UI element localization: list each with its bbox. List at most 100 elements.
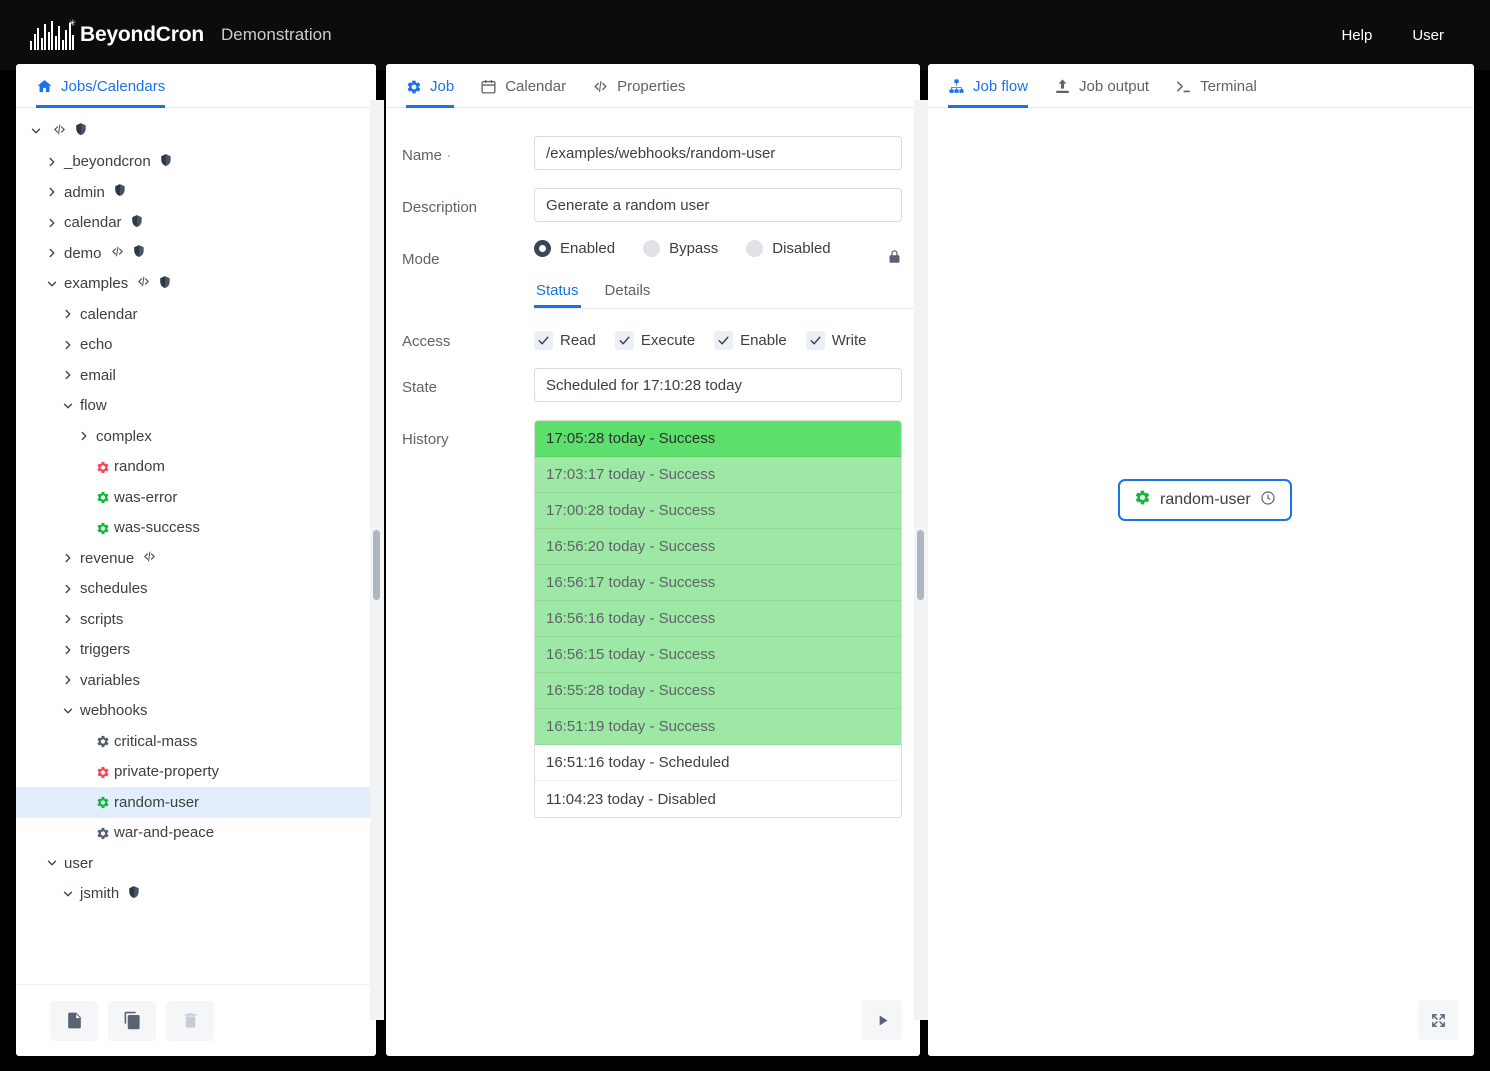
chevron-down-icon[interactable] <box>60 886 76 902</box>
history-row[interactable]: 17:05:28 today - Success <box>535 421 901 457</box>
description-input[interactable] <box>534 188 902 222</box>
tree-item-scripts[interactable]: scripts <box>16 604 376 635</box>
tab-job-flow[interactable]: Job flow <box>948 64 1029 108</box>
chevron-right-icon[interactable] <box>44 215 60 231</box>
chevron-right-icon[interactable] <box>44 184 60 200</box>
tree-item-triggers[interactable]: triggers <box>16 635 376 666</box>
tree-item-schedules[interactable]: schedules <box>16 574 376 605</box>
tree-item-demo[interactable]: demo <box>16 238 376 269</box>
tree-item-calendar[interactable]: calendar <box>16 208 376 239</box>
subtab-details[interactable]: Details <box>603 276 653 308</box>
chevron-down-icon[interactable] <box>60 703 76 719</box>
center-panel-scrollbar[interactable] <box>914 100 928 1020</box>
tree-item-flow[interactable]: flow <box>16 391 376 422</box>
chevron-right-icon[interactable] <box>60 337 76 353</box>
gear-icon <box>96 490 110 504</box>
tab-calendar[interactable]: Calendar <box>480 64 566 108</box>
name-input[interactable] <box>534 136 902 170</box>
flow-node-random-user[interactable]: random-user <box>1118 479 1292 521</box>
access-checkbox-read[interactable]: Read <box>534 331 596 350</box>
tree-item-was-error[interactable]: was-error <box>16 482 376 513</box>
chevron-right-icon[interactable] <box>60 611 76 627</box>
tree-item-complex[interactable]: complex <box>16 421 376 452</box>
chevron-down-icon[interactable] <box>44 276 60 292</box>
chevron-right-icon[interactable] <box>60 550 76 566</box>
tab-job-output[interactable]: Job output <box>1054 64 1149 108</box>
chevron-down-icon[interactable] <box>28 123 44 139</box>
chevron-right-icon[interactable] <box>60 367 76 383</box>
tree-item-examples[interactable]: examples <box>16 269 376 300</box>
tree-item-war-and-peace[interactable]: war-and-peace <box>16 818 376 849</box>
copy-button[interactable] <box>108 1000 156 1041</box>
tree-item-label: _beyondcron <box>64 153 151 171</box>
history-row[interactable]: 16:56:17 today - Success <box>535 565 901 601</box>
history-row[interactable]: 16:56:16 today - Success <box>535 601 901 637</box>
tree-item-email[interactable]: email <box>16 360 376 391</box>
mode-radio-disabled[interactable]: Disabled <box>746 240 831 257</box>
tree-item-random-user[interactable]: random-user <box>16 787 376 818</box>
tree-item-jsmith[interactable]: jsmith <box>16 879 376 910</box>
tab-terminal[interactable]: Terminal <box>1175 64 1257 108</box>
history-row[interactable]: 17:00:28 today - Success <box>535 493 901 529</box>
tree-item-revenue[interactable]: revenue <box>16 543 376 574</box>
mode-radio-enabled[interactable]: Enabled <box>534 240 615 257</box>
tree-item-label: user <box>64 854 94 872</box>
tab-properties[interactable]: Properties <box>592 64 685 108</box>
history-row[interactable]: 17:03:17 today - Success <box>535 457 901 493</box>
history-row[interactable]: 16:51:19 today - Success <box>535 709 901 745</box>
chevron-right-icon[interactable] <box>60 306 76 322</box>
flow-canvas[interactable]: random-user <box>928 108 1474 1056</box>
expand-fullscreen-button[interactable] <box>1418 1000 1458 1040</box>
tree-item-calendar[interactable]: calendar <box>16 299 376 330</box>
mode-radio-bypass[interactable]: Bypass <box>643 240 718 257</box>
terminal-icon <box>1175 78 1192 95</box>
tree-item-admin[interactable]: admin <box>16 177 376 208</box>
new-file-button[interactable] <box>50 1000 98 1041</box>
run-job-button[interactable] <box>862 1000 902 1040</box>
checkbox-label: Enable <box>740 332 787 349</box>
chevron-right-icon[interactable] <box>44 154 60 170</box>
chevron-right-icon[interactable] <box>60 672 76 688</box>
access-checkbox-write[interactable]: Write <box>805 331 867 350</box>
tree-item-private-property[interactable]: private-property <box>16 757 376 788</box>
tree-item-root[interactable] <box>16 116 376 147</box>
state-input[interactable] <box>534 368 902 402</box>
history-row[interactable]: 16:51:16 today - Scheduled <box>535 745 901 781</box>
tab-jobs-calendars[interactable]: Jobs/Calendars <box>36 64 166 108</box>
radio-indicator <box>534 240 551 257</box>
checkbox-label: Read <box>560 332 596 349</box>
delete-button[interactable] <box>166 1000 214 1041</box>
chevron-right-icon[interactable] <box>76 428 92 444</box>
left-panel-scrollbar[interactable] <box>370 100 384 1020</box>
chevron-down-icon[interactable] <box>60 398 76 414</box>
tree-item-user[interactable]: user <box>16 848 376 879</box>
history-row[interactable]: 16:56:20 today - Success <box>535 529 901 565</box>
subtab-status[interactable]: Status <box>534 276 581 308</box>
tree-item-echo[interactable]: echo <box>16 330 376 361</box>
tree-item-webhooks[interactable]: webhooks <box>16 696 376 727</box>
access-checkbox-execute[interactable]: Execute <box>614 331 695 350</box>
tree-item-_beyondcron[interactable]: _beyondcron <box>16 147 376 178</box>
tree-item-random[interactable]: random <box>16 452 376 483</box>
chevron-right-icon[interactable] <box>60 642 76 658</box>
user-button[interactable]: User <box>1392 17 1464 54</box>
chevron-down-icon[interactable] <box>44 855 60 871</box>
access-checkbox-enable[interactable]: Enable <box>714 331 787 350</box>
tree-item-was-success[interactable]: was-success <box>16 513 376 544</box>
help-button[interactable]: Help <box>1321 17 1392 54</box>
tree-item-critical-mass[interactable]: critical-mass <box>16 726 376 757</box>
history-row[interactable]: 16:56:15 today - Success <box>535 637 901 673</box>
tree-item-variables[interactable]: variables <box>16 665 376 696</box>
history-row[interactable]: 11:04:23 today - Disabled <box>535 781 901 817</box>
gear-icon <box>1134 489 1151 511</box>
history-row[interactable]: 16:55:28 today - Success <box>535 673 901 709</box>
chevron-right-icon[interactable] <box>44 245 60 261</box>
description-row: Description <box>386 188 920 222</box>
tab-job[interactable]: Job <box>406 64 455 108</box>
gear-icon <box>96 521 110 535</box>
chevron-right-icon[interactable] <box>60 581 76 597</box>
tab-label: Job output <box>1079 78 1150 95</box>
radio-indicator <box>746 240 764 257</box>
